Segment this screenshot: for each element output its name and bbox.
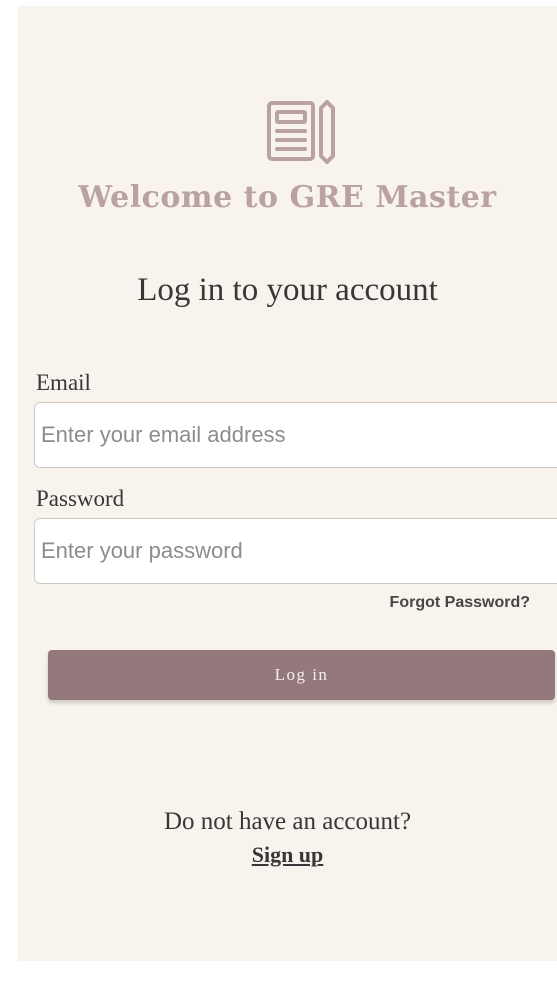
email-field[interactable] xyxy=(34,402,557,468)
no-account-text: Do not have an account? xyxy=(163,808,412,835)
password-field[interactable] xyxy=(34,518,557,584)
newspaper-pencil-icon xyxy=(267,100,335,164)
password-label: Password xyxy=(36,486,125,511)
login-screen: Welcome to GRE Master Log in to your acc… xyxy=(18,6,557,961)
login-button[interactable]: Log in xyxy=(48,650,555,700)
email-label: Email xyxy=(36,370,91,395)
forgot-password-link[interactable]: Forgot Password? xyxy=(334,594,530,612)
signup-link[interactable]: Sign up xyxy=(18,842,557,868)
welcome-title: Welcome to GRE Master xyxy=(78,180,497,215)
page-title: Log in to your account xyxy=(137,272,438,308)
